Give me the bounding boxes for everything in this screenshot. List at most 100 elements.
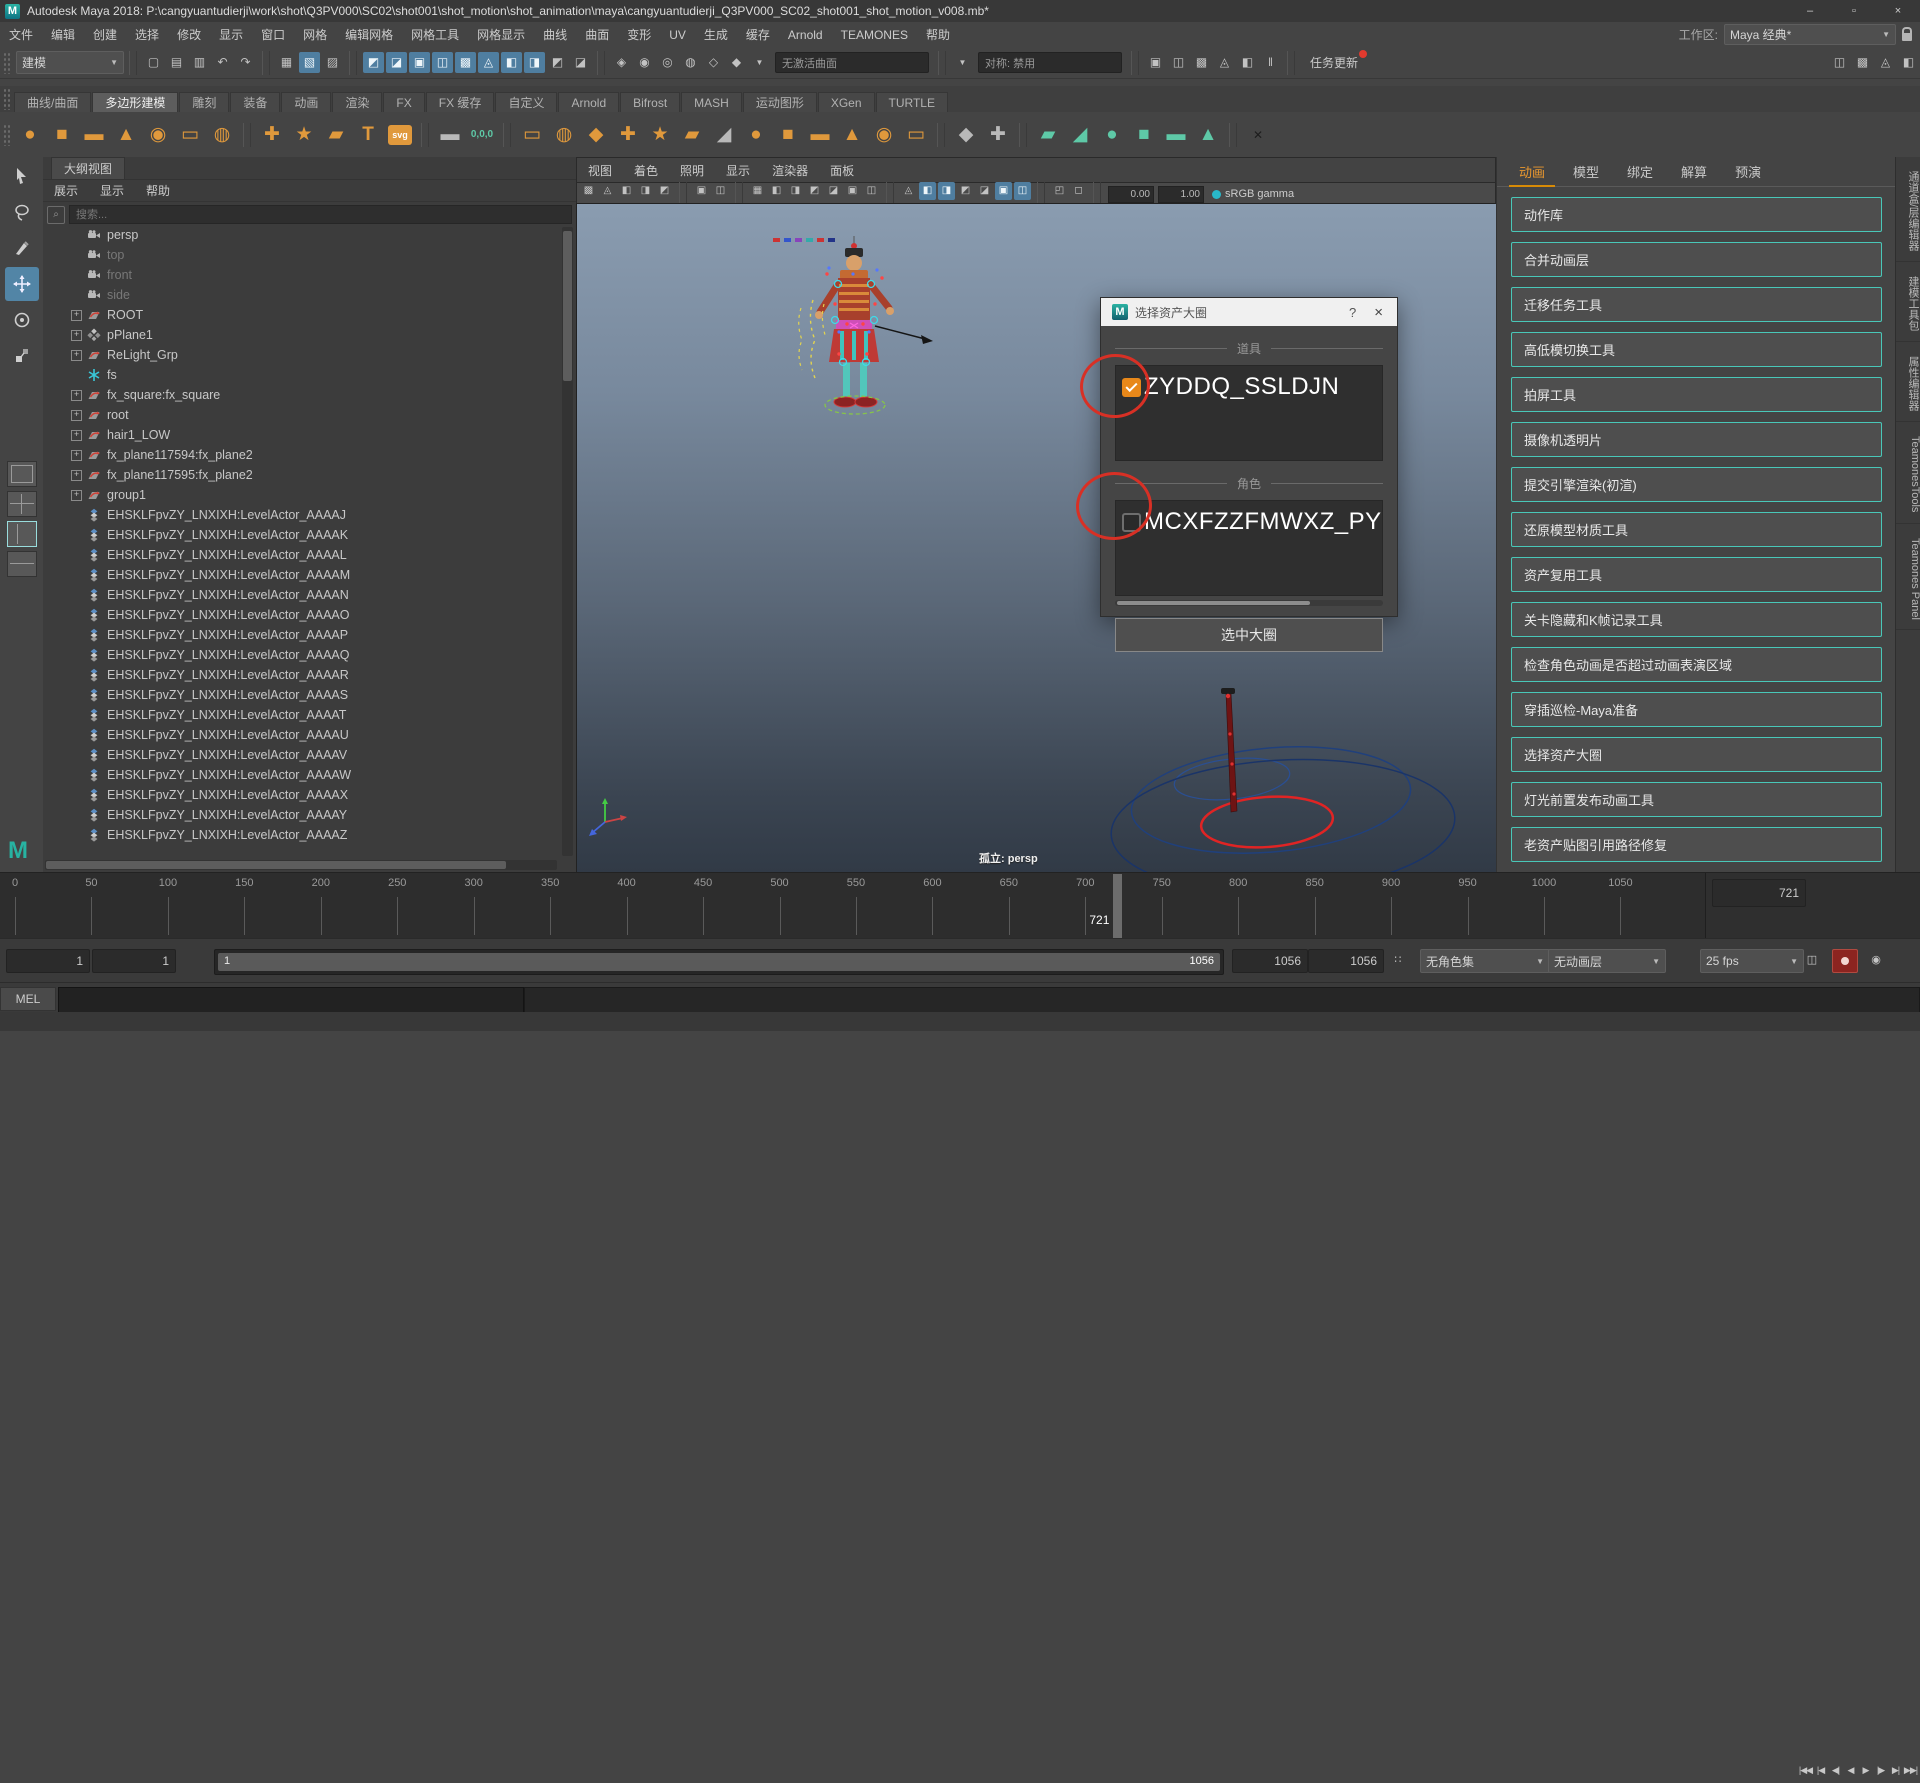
outliner-item[interactable]: EHSKLFpvZY_LNXIXH:LevelActor_AAAAQ	[43, 645, 559, 665]
outliner-item[interactable]: +group1	[43, 485, 559, 505]
outliner-item[interactable]: EHSKLFpvZY_LNXIXH:LevelActor_AAAAS	[43, 685, 559, 705]
outliner-item[interactable]: EHSKLFpvZY_LNXIXH:LevelActor_AAAAV	[43, 745, 559, 765]
active-surface-field[interactable]	[775, 52, 929, 73]
menu-选择[interactable]: 选择	[126, 28, 168, 42]
menu-生成[interactable]: 生成	[695, 28, 737, 42]
animation-start-field[interactable]	[6, 949, 90, 973]
side-tab-Teamones Panel[interactable]: Teamones Panel	[1896, 528, 1920, 631]
poly-cylinder-icon[interactable]: ▬	[79, 119, 109, 151]
outliner-item[interactable]: EHSKLFpvZY_LNXIXH:LevelActor_AAAAY	[43, 805, 559, 825]
mel-language-button[interactable]: MEL	[0, 987, 56, 1011]
shelf-tab-Arnold[interactable]: Arnold	[558, 92, 619, 114]
outliner-item[interactable]: side	[43, 285, 559, 305]
undo-icon[interactable]: ↶	[212, 52, 233, 73]
step-back-frame-button[interactable]: |◀	[1813, 1765, 1828, 1776]
select-object-icon[interactable]: ▧	[299, 52, 320, 73]
poly-star-icon[interactable]: ▰	[321, 119, 351, 151]
grid-icon[interactable]: ▦	[749, 182, 766, 200]
new-scene-icon[interactable]: ▢	[143, 52, 164, 73]
tool-button-拍屏工具[interactable]: 拍屏工具	[1511, 377, 1882, 412]
shelf-tab-FX 缓存[interactable]: FX 缓存	[426, 92, 495, 114]
outliner-item[interactable]: EHSKLFpvZY_LNXIXH:LevelActor_AAAAM	[43, 565, 559, 585]
divider[interactable]	[262, 51, 270, 75]
expand-icon[interactable]: +	[71, 310, 82, 321]
extract-icon[interactable]: ◆	[581, 119, 611, 151]
menu-显示[interactable]: 显示	[715, 162, 761, 179]
side-tab-属性编辑器[interactable]: 属性编辑器	[1896, 346, 1920, 422]
layout-persp-outliner-button[interactable]	[7, 521, 37, 547]
menu-着色[interactable]: 着色	[623, 162, 669, 179]
smooth-icon[interactable]: ★	[645, 119, 675, 151]
shelf-tab-FX[interactable]: FX	[383, 92, 424, 114]
play-backward-button[interactable]: ◀	[1843, 1765, 1858, 1776]
chevron-down-icon[interactable]: ▼	[749, 52, 770, 73]
render-settings-icon[interactable]: ◧	[1237, 52, 1258, 73]
target-weld-icon[interactable]: ●	[741, 119, 771, 151]
sweep-mesh-icon[interactable]: ▬	[435, 119, 465, 151]
chevron-down-icon[interactable]: ▼	[952, 52, 973, 73]
grease-pencil-icon[interactable]: ◫	[712, 182, 729, 200]
side-tab-通道盒/层编辑器[interactable]: 通道盒/层编辑器	[1896, 161, 1920, 262]
poly-torus-icon[interactable]: ◉	[143, 119, 173, 151]
expand-icon[interactable]: +	[71, 470, 82, 481]
shelf-tab-MASH[interactable]: MASH	[681, 92, 742, 114]
tool-button-灯光前置发布动画工具[interactable]: 灯光前置发布动画工具	[1511, 782, 1882, 817]
select-handles-mask-icon[interactable]: ◪	[386, 52, 407, 73]
shelf-tab-Bifrost[interactable]: Bifrost	[620, 92, 680, 114]
menu-修改[interactable]: 修改	[168, 28, 210, 42]
vertical-scrollbar[interactable]	[562, 227, 573, 856]
make-live-icon[interactable]: ◆	[726, 52, 747, 73]
layout-single-pane-button[interactable]	[7, 461, 37, 487]
outliner-item[interactable]: EHSKLFpvZY_LNXIXH:LevelActor_AAAAP	[43, 625, 559, 645]
tool-button-提交引擎渲染(初渲)[interactable]: 提交引擎渲染(初渲)	[1511, 467, 1882, 502]
workspace-dropdown[interactable]: Maya 经典* ▼	[1724, 24, 1896, 45]
playhead[interactable]	[1113, 874, 1122, 938]
task-update-button[interactable]: 任务更新	[1310, 54, 1358, 71]
divider[interactable]	[1131, 51, 1139, 75]
tab-预演[interactable]: 预演	[1721, 157, 1775, 186]
shelf-tab-多边形建模[interactable]: 多边形建模	[92, 92, 178, 114]
range-end-handle[interactable]: 1056	[1190, 955, 1214, 967]
outliner-item[interactable]: EHSKLFpvZY_LNXIXH:LevelActor_AAAAR	[43, 665, 559, 685]
outliner-item[interactable]: +fx_plane117595:fx_plane2	[43, 465, 559, 485]
menu-变形[interactable]: 变形	[618, 28, 660, 42]
wireframe-icon[interactable]: ◬	[900, 182, 917, 200]
image-plane-icon[interactable]: ◩	[656, 182, 673, 200]
select-all-mask-icon[interactable]: ◩	[363, 52, 384, 73]
divider[interactable]	[1287, 51, 1295, 75]
knife-brush-icon[interactable]: ▲	[1193, 119, 1223, 151]
menu-视图[interactable]: 视图	[577, 162, 623, 179]
scale-tool[interactable]	[5, 339, 39, 373]
menu-帮助[interactable]: 帮助	[135, 182, 181, 199]
divider[interactable]	[349, 51, 357, 75]
tab-动画[interactable]: 动画	[1505, 157, 1559, 186]
tool-button-资产复用工具[interactable]: 资产复用工具	[1511, 557, 1882, 592]
sculpt-tool-icon[interactable]: ▰	[1033, 119, 1063, 151]
expand-icon[interactable]: +	[71, 490, 82, 501]
toggle-attribute-editor-icon[interactable]: ◬	[1875, 52, 1896, 73]
fps-dropdown[interactable]: 25 fps ▼	[1700, 949, 1804, 973]
outliner-item[interactable]: EHSKLFpvZY_LNXIXH:LevelActor_AAAAW	[43, 765, 559, 785]
menu-网格工具[interactable]: 网格工具	[402, 28, 468, 42]
tool-button-选择资产大圈[interactable]: 选择资产大圈	[1511, 737, 1882, 772]
textured-icon[interactable]: ◨	[938, 182, 955, 200]
sword-prop[interactable]	[1108, 688, 1458, 873]
outliner-item[interactable]: EHSKLFpvZY_LNXIXH:LevelActor_AAAAX	[43, 785, 559, 805]
grip-handle[interactable]	[3, 124, 11, 146]
exposure-field[interactable]	[1108, 186, 1154, 203]
shelf-tab-曲线/曲面[interactable]: 曲线/曲面	[14, 92, 91, 114]
poly-cone-icon[interactable]: ▲	[111, 119, 141, 151]
type-tool-icon[interactable]: T	[353, 119, 383, 151]
tool-button-迁移任务工具[interactable]: 迁移任务工具	[1511, 287, 1882, 322]
select-component-icon[interactable]: ▨	[322, 52, 343, 73]
field-chart-icon[interactable]: ◪	[825, 182, 842, 200]
outliner-item[interactable]: EHSKLFpvZY_LNXIXH:LevelActor_AAAAO	[43, 605, 559, 625]
menu-显示[interactable]: 显示	[210, 28, 252, 42]
menu-TEAMONES[interactable]: TEAMONES	[832, 28, 917, 42]
create-polygon-icon[interactable]: ✚	[983, 119, 1013, 151]
menu-Arnold[interactable]: Arnold	[779, 28, 832, 42]
select-surfaces-mask-icon[interactable]: ▩	[455, 52, 476, 73]
outliner-item[interactable]: EHSKLFpvZY_LNXIXH:LevelActor_AAAAL	[43, 545, 559, 565]
go-to-start-button[interactable]: |◀◀	[1798, 1765, 1813, 1776]
snap-to-curves-icon[interactable]: ◉	[634, 52, 655, 73]
